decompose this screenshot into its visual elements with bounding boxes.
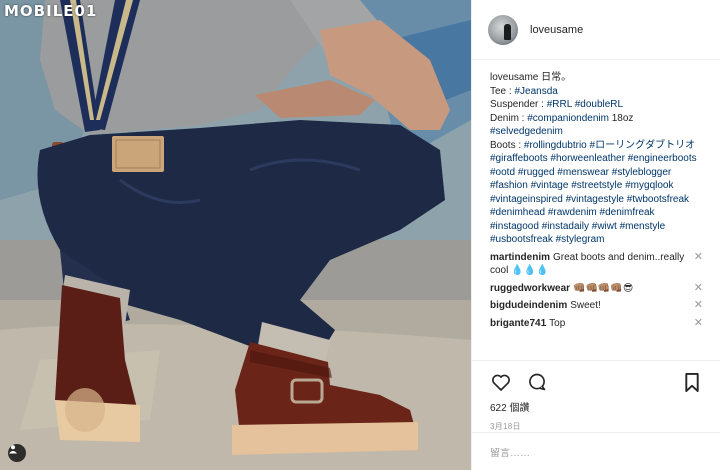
hashtag-link[interactable]: #rollingdubtrio [524, 140, 587, 151]
caption-line: #selvedgedenim [490, 125, 703, 139]
caption-line: #ootd #rugged #menswear #styleblogger #f… [490, 166, 703, 247]
hashtag-link[interactable]: #wiwt [592, 221, 617, 232]
comment-bubble-icon[interactable] [526, 371, 548, 393]
close-icon[interactable]: ✕ [694, 282, 703, 295]
watermark-logo: MOBILE01 [4, 2, 98, 20]
caption-text: 日常。 [541, 72, 572, 83]
hashtag-link[interactable]: #stylegram [556, 234, 605, 245]
hashtag-link[interactable]: #companiondenim [527, 113, 609, 124]
comment-row: martindenim Great boots and denim..really… [490, 251, 703, 278]
hashtag-link[interactable]: #mygqlook [625, 180, 673, 191]
hashtag-link[interactable]: #denimhead [490, 207, 545, 218]
comment-text: Sweet! [570, 300, 601, 311]
caption-line: Suspender : #RRL #doubleRL [490, 98, 703, 112]
comment-body: bigdudeindenim Sweet! [490, 299, 601, 313]
caption-line: Boots : #rollingdubtrio #ローリングダブトリオ #gir… [490, 139, 703, 166]
hashtag-link[interactable]: #vintageinspired [490, 194, 563, 205]
action-icons-row [490, 367, 703, 397]
hashtag-link[interactable]: #doubleRL [575, 99, 623, 110]
hashtag-link[interactable]: #fashion [490, 180, 528, 191]
comment-row: bigdudeindenim Sweet! ✕ [490, 299, 703, 313]
photo-illustration [0, 0, 471, 470]
hashtag-link[interactable]: #giraffeboots [490, 153, 548, 164]
caption-text: Boots : [490, 139, 524, 151]
hashtag-link[interactable]: #vintage [531, 180, 569, 191]
hashtag-link[interactable]: #rugged [518, 167, 555, 178]
hashtag-link[interactable]: #selvedgedenim [490, 126, 563, 137]
close-icon[interactable]: ✕ [694, 299, 703, 312]
hashtag-link[interactable]: #instagood [490, 221, 539, 232]
close-icon[interactable]: ✕ [694, 317, 703, 330]
post-photo[interactable]: MOBILE01 [0, 0, 471, 470]
avatar[interactable] [488, 14, 518, 45]
post-header: loveusame [472, 0, 720, 60]
caption-line: Tee : #Jeansda [490, 85, 703, 99]
comment-input-area [472, 432, 720, 470]
hashtag-link[interactable]: #rawdenim [548, 207, 597, 218]
comment-username[interactable]: bigdudeindenim [490, 300, 567, 311]
post-date[interactable]: 3月18日 [490, 421, 703, 432]
comment-row: brigante741 Top ✕ [490, 317, 703, 331]
comment-body: martindenim Great boots and denim..really… [490, 251, 685, 278]
caption-line: Denim : #companiondenim 18oz [490, 112, 703, 126]
caption-text: Tee : [490, 85, 515, 97]
comment-username[interactable]: ruggedworkwear [490, 283, 570, 294]
bookmark-icon[interactable] [681, 371, 703, 393]
hashtag-link[interactable]: #ootd [490, 167, 515, 178]
comment-body: brigante741 Top [490, 317, 565, 331]
hashtag-link[interactable]: #vintagestyle [566, 194, 624, 205]
likes-count[interactable]: 622 個讚 [490, 399, 703, 414]
comment-row: ruggedworkwear 👊🏽👊🏽👊🏽👊🏽😎 ✕ [490, 282, 703, 296]
hashtag-link[interactable]: #styleblogger [612, 167, 671, 178]
hashtag-link[interactable]: #engineerboots [628, 153, 697, 164]
hashtag-link[interactable]: #twbootsfreak [627, 194, 689, 205]
comment-username[interactable]: martindenim [490, 252, 550, 263]
header-username[interactable]: loveusame [530, 24, 583, 36]
comment-text: Top [549, 317, 566, 329]
hashtag-link[interactable]: #Jeansda [514, 86, 557, 97]
person-tag-icon[interactable] [8, 444, 26, 462]
hashtag-link[interactable]: #usbootsfreak [490, 234, 553, 245]
hashtag-link[interactable]: #ローリングダブトリオ [590, 140, 696, 151]
caption-username[interactable]: loveusame [490, 72, 541, 83]
close-icon[interactable]: ✕ [694, 251, 703, 264]
comment-input[interactable] [490, 448, 703, 459]
actions-section: 622 個讚 3月18日 [472, 360, 720, 440]
comment-text: 👊🏽👊🏽👊🏽👊🏽😎 [573, 282, 634, 294]
hashtag-link[interactable]: #menstyle [620, 221, 666, 232]
hashtag-link[interactable]: #instadaily [542, 221, 589, 232]
comment-username[interactable]: brigante741 [490, 318, 546, 329]
heart-icon[interactable] [490, 371, 512, 393]
post-caption: loveusame 日常。 Tee : #Jeansda Suspender : #… [490, 71, 703, 247]
comment-thread: martindenim Great boots and denim..really… [490, 251, 703, 331]
hashtag-link[interactable]: #streetstyle [571, 180, 622, 191]
caption-text: Suspender : [490, 99, 547, 110]
comments-list[interactable]: loveusame 日常。 Tee : #Jeansda Suspender : #… [472, 61, 720, 361]
caption-text: Denim : [490, 112, 528, 124]
hashtag-link[interactable]: #denimfreak [600, 207, 655, 218]
comment-body: ruggedworkwear 👊🏽👊🏽👊🏽👊🏽😎 [490, 282, 633, 296]
caption-text: 18oz [608, 112, 634, 124]
caption-line: loveusame 日常。 [490, 71, 703, 85]
hashtag-link[interactable]: #RRL [547, 99, 572, 110]
hashtag-link[interactable]: #menswear [557, 167, 609, 178]
post-side-panel: loveusame loveusame 日常。 Tee : #Jeansda Sus… [471, 0, 720, 470]
hashtag-link[interactable]: #horweenleather [550, 153, 625, 164]
